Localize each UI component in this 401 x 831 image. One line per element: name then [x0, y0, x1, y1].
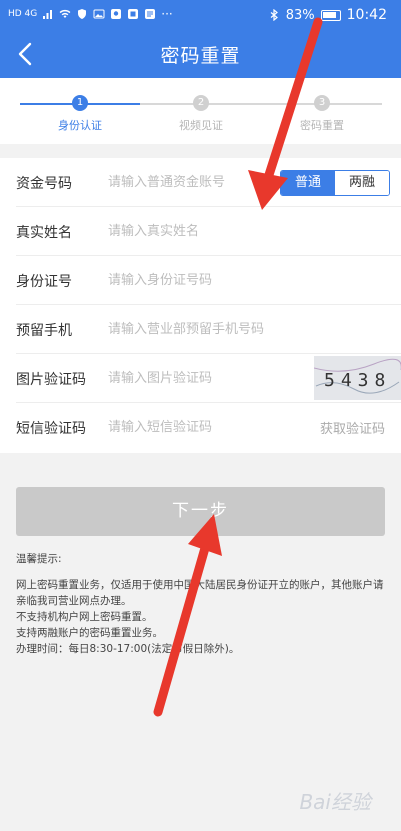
captcha-input[interactable]: [108, 367, 278, 389]
message-icon: [145, 9, 156, 19]
sms-row: 短信验证码 获取验证码: [16, 403, 401, 452]
step-label: 身份认证: [58, 119, 102, 132]
status-bar: HD 4G ··· 83% 10:42: [0, 0, 401, 30]
more-dots-icon: ···: [161, 7, 173, 21]
network-indicator: HD 4G: [8, 9, 38, 19]
tips-panel: 温馨提示: 网上密码重置业务，仅适用于使用中国大陆居民身份证开立的账户，其他账户…: [16, 551, 386, 657]
step-label: 密码重置: [300, 119, 344, 132]
next-step-button[interactable]: 下一步: [16, 487, 385, 536]
account-type-margin-button[interactable]: 两融: [335, 171, 389, 195]
app-icon: [128, 9, 139, 19]
account-type-toggle: 普通 两融: [280, 170, 390, 196]
account-label: 资金号码: [16, 176, 72, 192]
step-number: 1: [72, 95, 88, 111]
step-number: 2: [193, 95, 209, 111]
name-row: 真实姓名: [16, 207, 401, 256]
step-1: 1 身份认证: [20, 95, 140, 133]
clock: 10:42: [346, 7, 387, 23]
photo-icon: [93, 9, 105, 19]
wifi-icon: [59, 9, 71, 18]
bluetooth-icon: [270, 9, 278, 21]
tips-line: 办理时间：每日8:30-17:00(法定节假日除外)。: [16, 643, 240, 655]
get-sms-code-button[interactable]: 获取验证码: [320, 418, 385, 437]
watermark: Bai经验: [299, 790, 371, 814]
account-row: 资金号码 普通 两融: [16, 158, 401, 207]
step-label: 视频见证: [179, 119, 223, 132]
reset-form: 资金号码 普通 两融 真实姓名 身份证号 预留手机 图片验证码 5438 短信验…: [0, 158, 401, 453]
captcha-text: 5438: [324, 370, 391, 391]
tips-line: 不支持机构户网上密码重置。: [16, 611, 153, 623]
battery-percent: 83%: [285, 7, 315, 23]
id-number-input[interactable]: [108, 269, 368, 291]
step-2: 2 视频见证: [141, 95, 261, 133]
shield-icon: [78, 9, 87, 19]
bulb-icon: [111, 9, 122, 19]
account-input[interactable]: [108, 171, 278, 193]
captcha-label: 图片验证码: [16, 372, 86, 388]
id-label: 身份证号: [16, 274, 72, 290]
sms-label: 短信验证码: [16, 421, 86, 437]
id-row: 身份证号: [16, 256, 401, 305]
step-3: 3 密码重置: [262, 95, 382, 133]
app-header: 密码重置: [0, 30, 401, 78]
account-type-normal-button[interactable]: 普通: [281, 171, 335, 195]
phone-row: 预留手机: [16, 305, 401, 354]
tips-line: 支持两融账户的密码重置业务。: [16, 627, 163, 639]
phone-input[interactable]: [108, 318, 368, 340]
tips-title: 温馨提示:: [16, 553, 62, 565]
page-title: 密码重置: [160, 45, 241, 67]
signal-icon: [43, 10, 53, 19]
captcha-image[interactable]: 5438: [314, 356, 401, 400]
tips-line: 网上密码重置业务，仅适用于使用中国大陆居民身份证开立的账户，其他账户请亲临我司营…: [16, 579, 384, 607]
name-input[interactable]: [108, 220, 368, 242]
battery-icon: [320, 9, 341, 21]
captcha-row: 图片验证码 5438: [16, 354, 401, 403]
name-label: 真实姓名: [16, 225, 72, 241]
step-number: 3: [314, 95, 330, 111]
phone-label: 预留手机: [16, 323, 72, 339]
sms-code-input[interactable]: [108, 416, 278, 438]
step-indicator: 1 身份认证 2 视频见证 3 密码重置: [0, 78, 401, 144]
